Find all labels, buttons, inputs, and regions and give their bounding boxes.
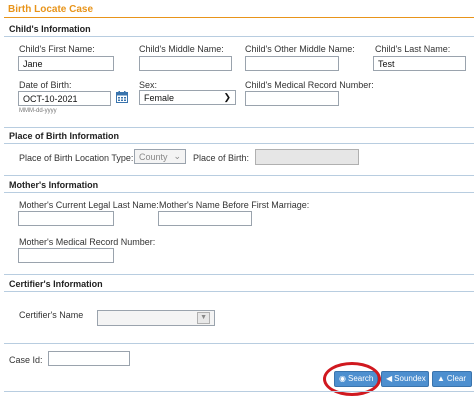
child-last-name-input[interactable]: Test (373, 56, 466, 71)
chevron-down-icon: ▼ (197, 312, 210, 324)
certifier-name-label: Certifier's Name (19, 310, 84, 320)
calendar-icon[interactable] (116, 91, 128, 105)
child-middle-name-input[interactable] (139, 56, 232, 71)
mother-mrn-input[interactable] (18, 248, 114, 263)
clear-button-label: Clear (446, 374, 467, 383)
chevron-down-icon: ❯ (223, 92, 231, 102)
place-section-title: Place of Birth Information (9, 131, 120, 141)
dob-input[interactable]: OCT-10-2021 (18, 91, 111, 106)
place-section-top-divider (4, 127, 474, 128)
mother-section-title: Mother's Information (9, 180, 99, 190)
clear-button[interactable]: ▲ Clear (432, 371, 472, 387)
place-section-divider (4, 143, 474, 144)
place-location-type-select[interactable]: County ⌄ (134, 149, 186, 164)
soundex-button-label: Soundex (394, 374, 426, 383)
sex-select[interactable]: Female ❯ (139, 90, 236, 105)
place-location-type-label: Place of Birth Location Type: (19, 153, 134, 163)
case-id-input[interactable] (48, 351, 130, 366)
child-section-divider (4, 36, 474, 37)
soundex-button[interactable]: ◀ Soundex (381, 371, 429, 387)
certifier-section-title: Certifier's Information (9, 279, 103, 289)
sex-select-value: Female (144, 93, 175, 103)
case-section-divider (4, 343, 474, 344)
child-mrn-input[interactable] (245, 91, 339, 106)
child-section-title: Child's Information (9, 24, 91, 34)
eraser-icon: ▲ (437, 374, 445, 383)
dob-format-hint: MMM-dd-yyyy (19, 108, 57, 114)
child-middle-name-label: Child's Middle Name: (139, 44, 224, 54)
place-location-type-value: County (139, 152, 168, 162)
mother-section-divider (4, 192, 474, 193)
mother-section-top-divider (4, 175, 474, 176)
place-of-birth-input[interactable] (255, 149, 359, 165)
mother-legal-last-name-label: Mother's Current Legal Last Name: (19, 200, 159, 210)
child-last-name-label: Child's Last Name: (375, 44, 451, 54)
mother-name-before-marriage-input[interactable] (158, 211, 252, 226)
sex-label: Sex: (139, 80, 158, 90)
mother-legal-last-name-input[interactable] (18, 211, 114, 226)
certifier-name-select[interactable]: ▼ (97, 310, 215, 326)
certifier-section-divider (4, 291, 474, 292)
child-other-middle-name-label: Child's Other Middle Name: (245, 44, 355, 54)
place-of-birth-label: Place of Birth: (193, 153, 250, 163)
case-id-label: Case Id: (9, 355, 43, 365)
child-first-name-label: Child's First Name: (19, 44, 95, 54)
chevron-down-icon: ⌄ (173, 151, 181, 161)
mother-mrn-label: Mother's Medical Record Number: (19, 237, 156, 247)
mother-name-before-marriage-label: Mother's Name Before First Marriage: (159, 200, 310, 210)
speaker-icon: ◀ (386, 374, 393, 383)
bottom-divider (4, 391, 474, 392)
title-divider (4, 17, 474, 18)
child-other-middle-name-input[interactable] (245, 56, 339, 71)
child-mrn-label: Child's Medical Record Number: (245, 80, 374, 90)
page-title: Birth Locate Case (8, 4, 94, 15)
dob-label: Date of Birth: (19, 80, 72, 90)
child-first-name-input[interactable]: Jane (18, 56, 114, 71)
certifier-section-top-divider (4, 274, 474, 275)
